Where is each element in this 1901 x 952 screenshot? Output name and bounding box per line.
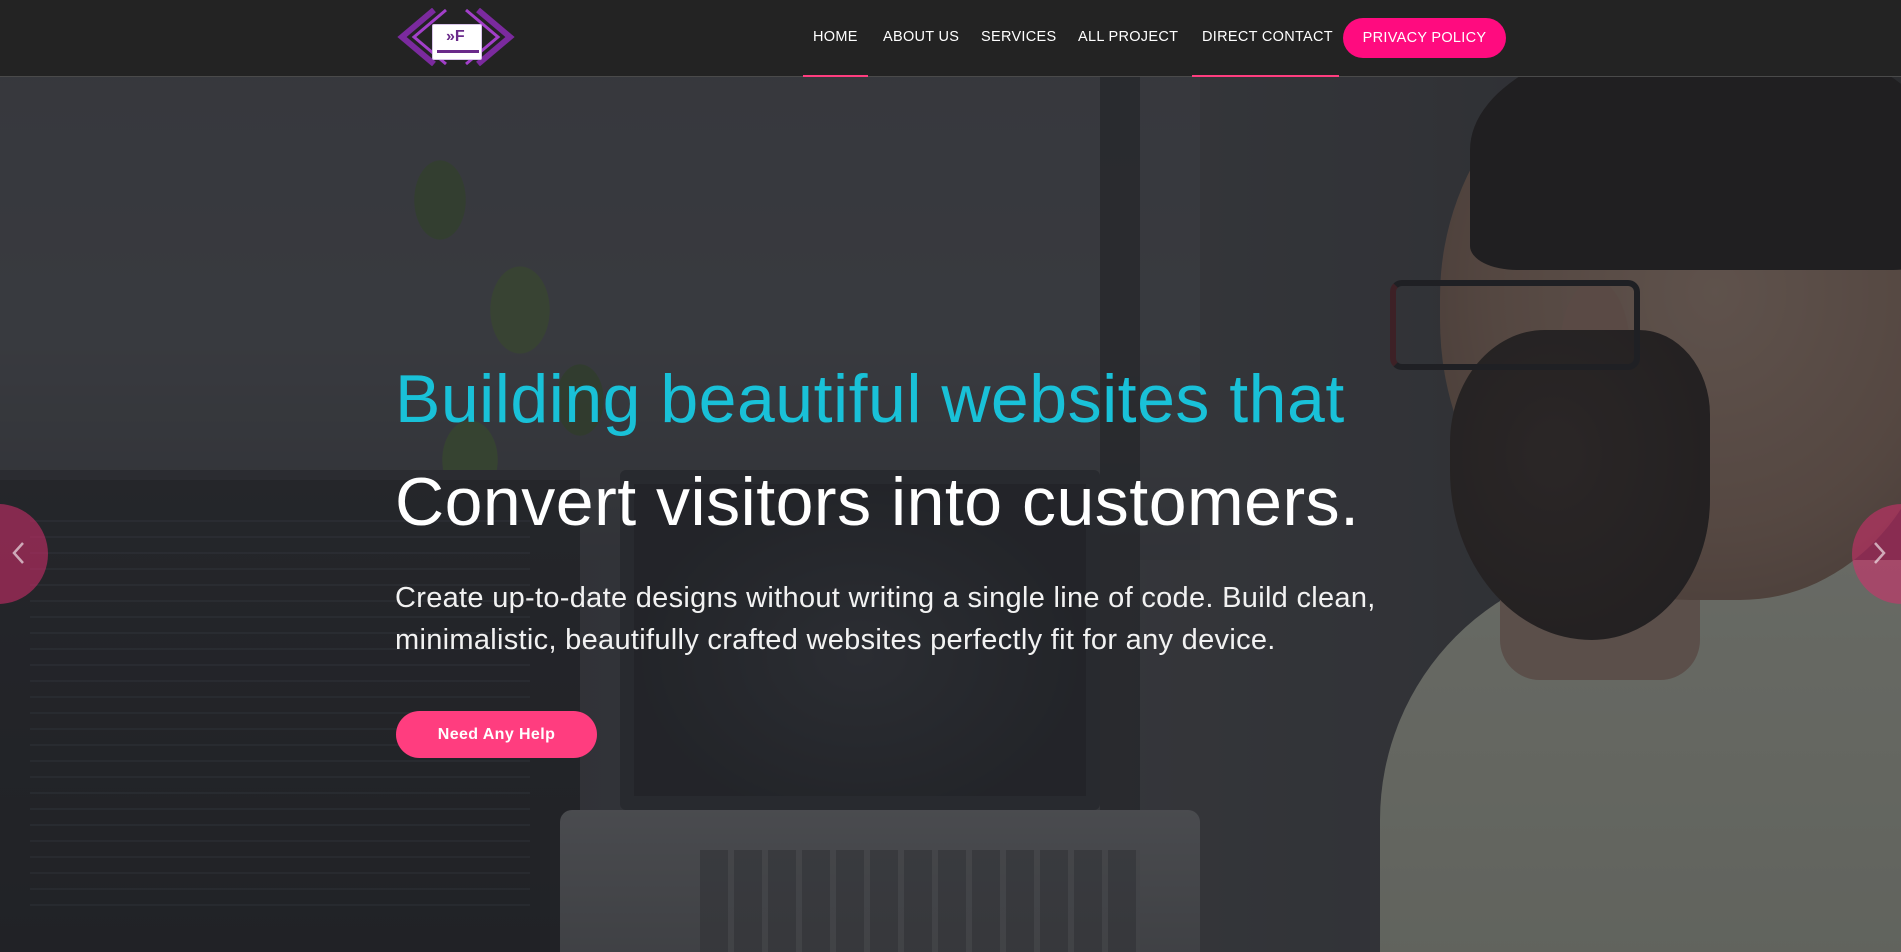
nav-item-about-us[interactable]: ABOUT US — [883, 29, 959, 45]
nav-home-active-indicator — [803, 75, 868, 77]
logo-badge: »F — [432, 24, 482, 60]
brand-logo[interactable]: »F — [394, 6, 518, 68]
hero-headline-line1: Building beautiful websites that — [395, 361, 1345, 437]
hero-headline-line2: Convert visitors into customers. — [395, 464, 1360, 540]
need-help-button[interactable]: Need Any Help — [396, 711, 597, 758]
nav-direct-contact-indicator — [1192, 75, 1339, 77]
hero-subtext: Create up-to-date designs without writin… — [395, 582, 1376, 656]
nav-item-all-project[interactable]: ALL PROJECT — [1078, 29, 1178, 45]
logo-mark-icon: »F — [446, 28, 465, 45]
nav-item-services[interactable]: SERVICES — [981, 29, 1056, 45]
chevron-right-icon — [1874, 542, 1886, 564]
nav-item-home[interactable]: HOME — [813, 29, 858, 45]
privacy-policy-button[interactable]: PRIVACY POLICY — [1343, 18, 1506, 58]
site-header: »F HOME ABOUT US SERVICES ALL PROJECT DI… — [0, 0, 1901, 77]
nav-item-direct-contact[interactable]: DIRECT CONTACT — [1202, 29, 1333, 45]
logo-wordmark-bar — [437, 50, 479, 53]
chevron-left-icon — [12, 542, 24, 564]
